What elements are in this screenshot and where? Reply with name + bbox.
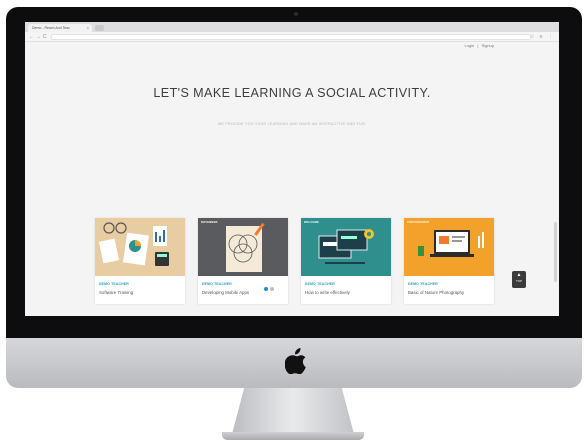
course-title[interactable]: Developing Mobile Apps: [202, 290, 249, 295]
address-bar: ← → C ☆ ≡ ⋮: [25, 32, 559, 42]
course-thumbnail: PHOTOGRAPHY: [404, 218, 494, 276]
course-tag: PHOTOGRAPHY: [407, 221, 430, 224]
course-card[interactable]: WELCOME DEMO TEACHER How to write effect…: [301, 218, 391, 304]
sketch-board-icon: [226, 222, 265, 272]
carousel-dot[interactable]: [270, 287, 274, 291]
scrollbar[interactable]: [554, 222, 557, 282]
teacher-label: DEMO TEACHER: [408, 282, 438, 286]
scroll-top-button[interactable]: ▲ TOP: [512, 271, 526, 288]
tab-close-icon[interactable]: ×: [87, 24, 89, 32]
course-thumbnail: WELCOME: [301, 218, 391, 276]
camera-icon: [294, 12, 298, 16]
desk-illustration-icon: [98, 222, 169, 266]
new-tab-button[interactable]: [95, 25, 104, 31]
course-tag: WELCOME: [304, 221, 319, 224]
monitors-gear-icon: [318, 229, 374, 264]
hero-title: LET'S MAKE LEARNING A SOCIAL ACTIVITY.: [153, 86, 431, 100]
login-link[interactable]: Login: [464, 43, 474, 48]
browser-tab-bar: Demo - Reach And Teac ×: [25, 22, 559, 32]
teacher-label: DEMO TEACHER: [305, 282, 335, 286]
auth-separator: |: [477, 43, 479, 48]
carousel-dots: [264, 287, 274, 291]
hero-subtitle: WE PROVIDE YOU YOUR LEARNING AND MAKE AN…: [217, 122, 367, 126]
course-thumbnail: NOVEMBER: [198, 218, 288, 276]
teacher-label: DEMO TEACHER: [99, 282, 129, 286]
url-field[interactable]: [51, 34, 531, 40]
back-icon[interactable]: ←: [29, 33, 34, 41]
tab-title: Demo - Reach And Teac: [32, 26, 70, 30]
course-thumbnail: [95, 218, 185, 276]
course-title[interactable]: Basic of Nature Photography: [408, 290, 464, 295]
web-page: Login | Signup LET'S MAKE LEARNING A SOC…: [25, 42, 559, 316]
course-card[interactable]: DEMO TEACHER Software Training: [95, 218, 185, 304]
stage: Demo - Reach And Teac × ← → C ☆ ≡ ⋮ Logi…: [0, 0, 586, 447]
carousel-dot[interactable]: [264, 287, 268, 291]
auth-links: Login | Signup: [463, 43, 495, 48]
scroll-top-label: TOP: [515, 279, 523, 283]
up-arrow-icon: ▲: [516, 272, 522, 278]
teacher-label: DEMO TEACHER: [202, 282, 232, 286]
monitor-foot: [222, 432, 364, 440]
toolbar-icons[interactable]: ☆ ≡ ⋮: [530, 33, 555, 41]
laptop-photography-icon: [418, 230, 484, 257]
course-title[interactable]: Software Training: [99, 290, 133, 295]
screen: Demo - Reach And Teac × ← → C ☆ ≡ ⋮ Logi…: [25, 22, 559, 316]
course-tag: NOVEMBER: [201, 221, 218, 224]
course-card[interactable]: NOVEMBER DEMO TEACHER Developing Mobile …: [198, 218, 288, 304]
forward-icon[interactable]: →: [36, 33, 41, 41]
course-title[interactable]: How to write effectively: [305, 290, 350, 295]
apple-logo-icon: [283, 347, 309, 375]
signup-link[interactable]: Signup: [482, 43, 494, 48]
course-card[interactable]: PHOTOGRAPHY DEMO TEACHER Basic of Nature…: [404, 218, 494, 304]
browser-tab[interactable]: Demo - Reach And Teac ×: [28, 24, 92, 32]
reload-icon[interactable]: C: [43, 33, 47, 41]
monitor-stand: [232, 388, 354, 434]
